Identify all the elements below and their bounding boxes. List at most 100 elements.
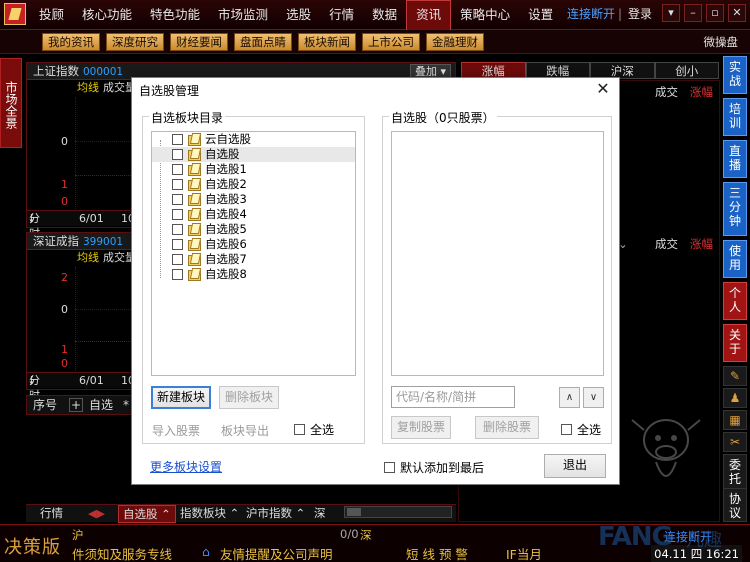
tree-checkbox[interactable] — [172, 224, 183, 235]
rank-col-volume[interactable]: 成交 — [655, 84, 678, 101]
dialog-close-icon[interactable]: ✕ — [595, 80, 611, 98]
menu-item-core[interactable]: 核心功能 — [73, 0, 141, 30]
maximize-icon[interactable]: ▫ — [706, 4, 724, 22]
bottom-tab-quote[interactable]: 行情 — [36, 505, 67, 523]
alert-icon[interactable]: ✎ — [723, 366, 747, 386]
subtab-market-review[interactable]: 盘面点睛 — [234, 33, 292, 51]
menu-item-picker[interactable]: 选股 — [277, 0, 320, 30]
tree-item[interactable]: 自选股2 — [152, 177, 355, 192]
tree-item[interactable]: 自选股7 — [152, 252, 355, 267]
tree-item[interactable]: 自选股3 — [152, 192, 355, 207]
subtab-research[interactable]: 深度研究 — [106, 33, 164, 51]
delete-board-button[interactable]: 删除板块 — [219, 386, 279, 409]
tree-item-label: 自选股6 — [205, 237, 247, 251]
subtab-sector-news[interactable]: 板块新闻 — [298, 33, 356, 51]
bottom-tab-index-sector[interactable]: 指数板块 ⌃ — [176, 505, 243, 523]
menu-item-features[interactable]: 特色功能 — [141, 0, 209, 30]
sz-timeshare[interactable]: 分时 🠗 — [29, 373, 40, 402]
tree-item[interactable]: 自选股5 — [152, 222, 355, 237]
notice-service[interactable]: 件须知及服务专线 — [72, 544, 172, 562]
rank2-col-volume[interactable]: 成交 — [655, 236, 678, 253]
add-column-button[interactable]: + — [69, 398, 83, 412]
tree-checkbox[interactable] — [172, 194, 183, 205]
tree-item[interactable]: 自选股4 — [152, 207, 355, 222]
sidebar-live[interactable]: 直播 — [723, 140, 747, 178]
tree-checkbox[interactable] — [172, 254, 183, 265]
stock-search-input[interactable] — [391, 386, 515, 408]
tools-icon[interactable]: ✂ — [723, 432, 747, 452]
sidebar-agreement[interactable]: 协议 — [723, 488, 747, 522]
bottom-tab-sh-index[interactable]: 沪市指数 ⌃ — [242, 505, 309, 523]
sidebar-usage[interactable]: 使用 — [723, 240, 747, 278]
sidebar-personal[interactable]: 个人 — [723, 282, 747, 320]
copy-stocks-button[interactable]: 复制股票 — [391, 416, 451, 439]
col-seq[interactable]: 序号 — [33, 396, 57, 415]
bottom-tab-sz[interactable]: 深 — [310, 505, 330, 523]
menu-item-news[interactable]: 资讯 — [406, 0, 452, 30]
subtab-finance[interactable]: 财经要闻 — [170, 33, 228, 51]
sidebar-training[interactable]: 培训 — [723, 98, 747, 136]
market-overview-tab[interactable]: 市场全景 — [0, 58, 22, 148]
tree-checkbox[interactable] — [172, 239, 183, 250]
sidebar-live-trade[interactable]: 实战 — [723, 56, 747, 94]
move-up-button[interactable]: ∧ — [559, 387, 580, 408]
menu-item-monitor[interactable]: 市场监测 — [209, 0, 277, 30]
menu-icon[interactable]: ▾ — [662, 4, 680, 22]
select-all-stocks-checkbox[interactable]: 全选 — [561, 421, 601, 438]
connection-status[interactable]: 连接断开 — [567, 0, 615, 28]
sh-timeshare[interactable]: 分时 🠗 — [29, 211, 40, 240]
subtab-listed-company[interactable]: 上市公司 — [362, 33, 420, 51]
menu-item-quotes[interactable]: 行情 — [320, 0, 363, 30]
rank2-col-change[interactable]: 涨幅 — [690, 236, 713, 253]
tree-checkbox[interactable] — [172, 164, 183, 175]
folder-icon — [188, 148, 201, 161]
menu-item-advisor[interactable]: 投顾 — [30, 0, 73, 30]
delete-stocks-button[interactable]: 删除股票 — [475, 416, 539, 439]
tree-checkbox[interactable] — [172, 149, 183, 160]
new-board-button[interactable]: 新建板块 — [151, 386, 211, 409]
main-menu: 投顾 核心功能 特色功能 市场监测 选股 行情 数据 资讯 策略中心 设置 — [30, 0, 562, 30]
tree-checkbox[interactable] — [172, 134, 183, 145]
chart-icon[interactable]: ▦ — [723, 410, 747, 430]
subtab-my-news[interactable]: 我的资讯 — [42, 33, 100, 51]
scroll-thumb[interactable] — [347, 508, 361, 516]
tree-checkbox[interactable] — [172, 209, 183, 220]
menu-item-strategy[interactable]: 策略中心 — [451, 0, 519, 30]
tree-item[interactable]: 云自选股 — [152, 132, 355, 147]
tab-scroll-left-icon[interactable]: ◀▶ — [84, 505, 109, 523]
tree-checkbox[interactable] — [172, 269, 183, 280]
notice-if[interactable]: IF当月 — [506, 544, 542, 562]
import-stocks-link[interactable]: 导入股票 — [152, 422, 200, 439]
move-down-button[interactable]: ∨ — [583, 387, 604, 408]
notice-alert[interactable]: 短 线 预 警 — [406, 544, 468, 562]
menu-item-settings[interactable]: 设置 — [519, 0, 562, 30]
select-all-boards-checkbox[interactable]: 全选 — [294, 421, 334, 438]
micro-trading-link[interactable]: 微操盘 — [704, 30, 739, 54]
tree-checkbox[interactable] — [172, 179, 183, 190]
tree-item[interactable]: 自选股8 — [152, 267, 355, 282]
close-icon[interactable]: ✕ — [728, 4, 746, 22]
sidebar-about[interactable]: 关于 — [723, 324, 747, 362]
user-icon[interactable]: ♟ — [723, 388, 747, 408]
sidebar-order[interactable]: 委托 — [723, 454, 747, 492]
subtab-wealth[interactable]: 金融理财 — [426, 33, 484, 51]
horizontal-scrollbar[interactable] — [344, 506, 452, 518]
watchlist-stock-list[interactable] — [391, 131, 604, 376]
rank-col-change[interactable]: 涨幅 — [690, 84, 713, 101]
sidebar-three-min[interactable]: 三分钟 — [723, 182, 747, 236]
menu-item-data[interactable]: 数据 — [363, 0, 406, 30]
tree-item[interactable]: 自选股1 — [152, 162, 355, 177]
export-board-link[interactable]: 板块导出 — [221, 422, 269, 439]
tree-item[interactable]: 自选股6 — [152, 237, 355, 252]
exit-button[interactable]: 退出 — [544, 454, 606, 478]
bottom-tab-watchlist[interactable]: 自选股 ⌃ — [118, 505, 176, 523]
login-link[interactable]: 登录 — [628, 0, 652, 28]
minimize-icon[interactable]: – — [684, 4, 702, 22]
news-tabs: 我的资讯 深度研究 财经要闻 盘面点睛 板块新闻 上市公司 金融理财 — [42, 33, 484, 51]
default-append-checkbox[interactable]: 默认添加到最后 — [384, 459, 484, 476]
tree-item[interactable]: 自选股 — [152, 147, 355, 162]
more-board-settings-link[interactable]: 更多板块设置 — [150, 458, 222, 475]
notice-disclaimer[interactable]: 友情提醒及公司声明 — [220, 544, 333, 562]
col-self[interactable]: 自选 — [89, 396, 113, 415]
rank-tab-sme[interactable]: 创小 — [654, 62, 719, 79]
